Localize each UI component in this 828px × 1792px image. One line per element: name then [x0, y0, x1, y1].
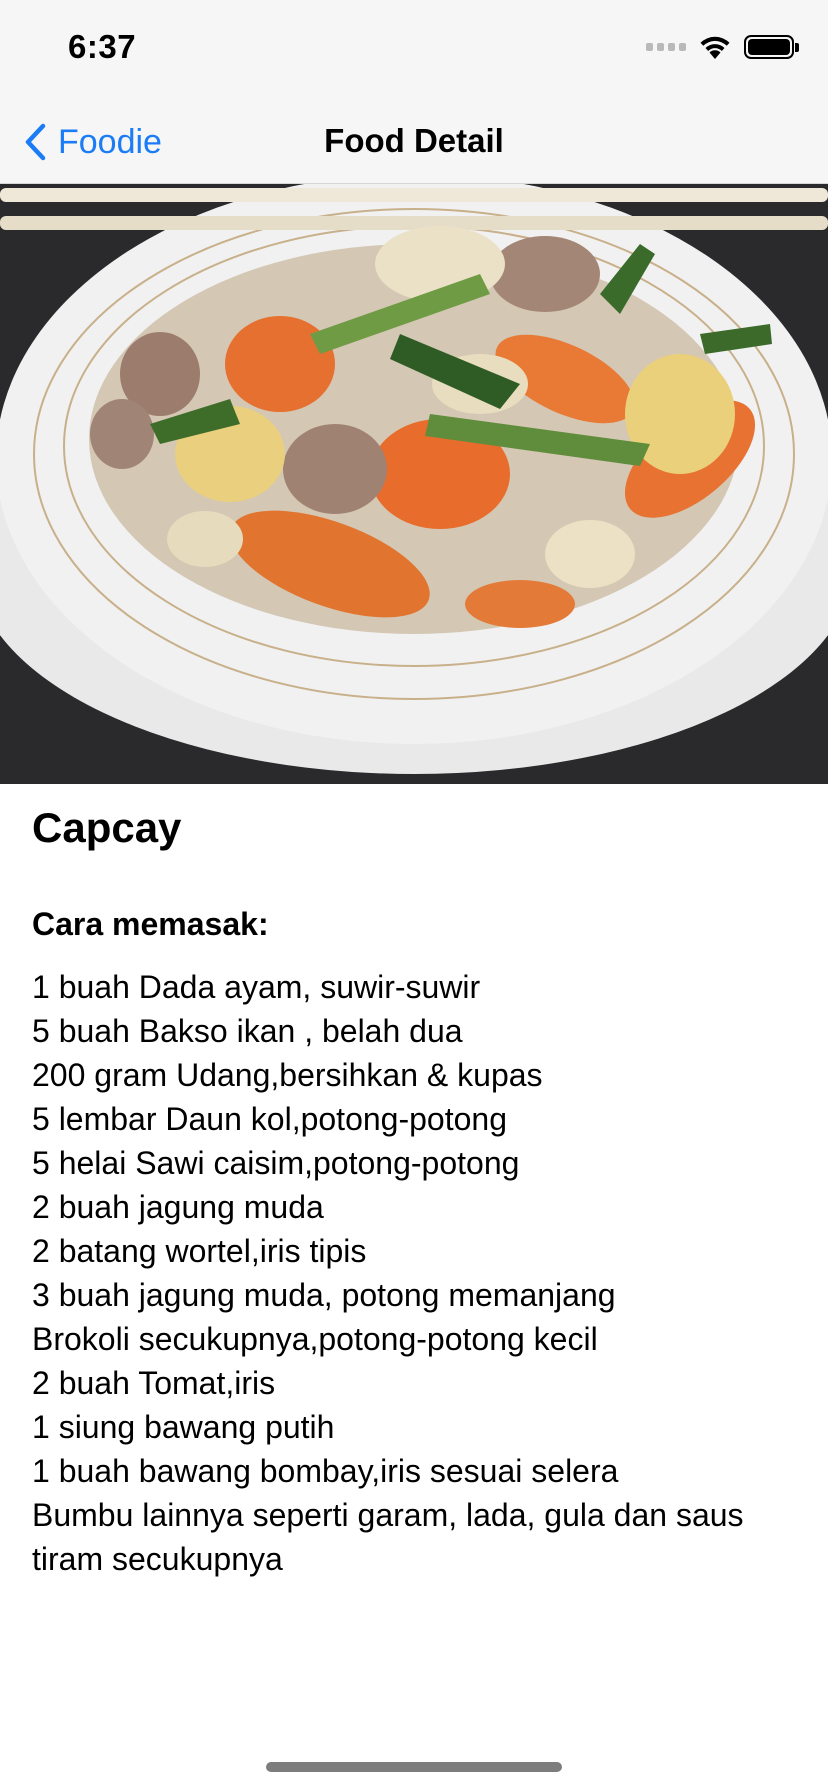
wifi-icon: [700, 36, 730, 59]
ingredient-item: Brokoli secukupnya,potong-potong kecil: [32, 1321, 598, 1357]
page-title: Food Detail: [324, 122, 504, 159]
food-image: [0, 184, 828, 784]
food-photo: [0, 184, 828, 784]
ingredient-item: 1 siung bawang putih: [32, 1409, 335, 1445]
navigation-bar: Foodie Food Detail: [0, 100, 828, 184]
battery-icon: [744, 35, 799, 59]
food-name: Capcay: [32, 804, 182, 851]
food-detail-content: Capcay Cara memasak: 1 buah Dada ayam, s…: [32, 800, 802, 1581]
section-title: Cara memasak:: [32, 906, 269, 942]
ingredient-item: 2 buah jagung muda: [32, 1189, 324, 1225]
home-indicator[interactable]: [266, 1762, 562, 1772]
ingredient-item: 2 batang wortel,iris tipis: [32, 1233, 367, 1269]
ingredient-list: 1 buah Dada ayam, suwir-suwir 5 buah Bak…: [32, 965, 802, 1581]
status-bar: 6:37: [0, 0, 828, 100]
ingredient-item: 1 buah bawang bombay,iris sesuai selera: [32, 1453, 619, 1489]
ingredient-item: 1 buah Dada ayam, suwir-suwir: [32, 969, 481, 1005]
status-time: 6:37: [68, 28, 137, 65]
ingredient-item: 200 gram Udang,bersihkan & kupas: [32, 1057, 543, 1093]
ingredient-item: 2 buah Tomat,iris: [32, 1365, 276, 1401]
ingredient-item: 5 buah Bakso ikan , belah dua: [32, 1013, 463, 1049]
signal-icon: [646, 43, 686, 51]
ingredient-item: Bumbu lainnya seperti garam, lada, gula …: [32, 1497, 744, 1577]
ingredient-item: 3 buah jagung muda, potong memanjang: [32, 1277, 616, 1313]
ingredient-item: 5 lembar Daun kol,potong-potong: [32, 1101, 507, 1137]
status-icons: [646, 34, 799, 60]
ingredient-item: 5 helai Sawi caisim,potong-potong: [32, 1145, 520, 1181]
